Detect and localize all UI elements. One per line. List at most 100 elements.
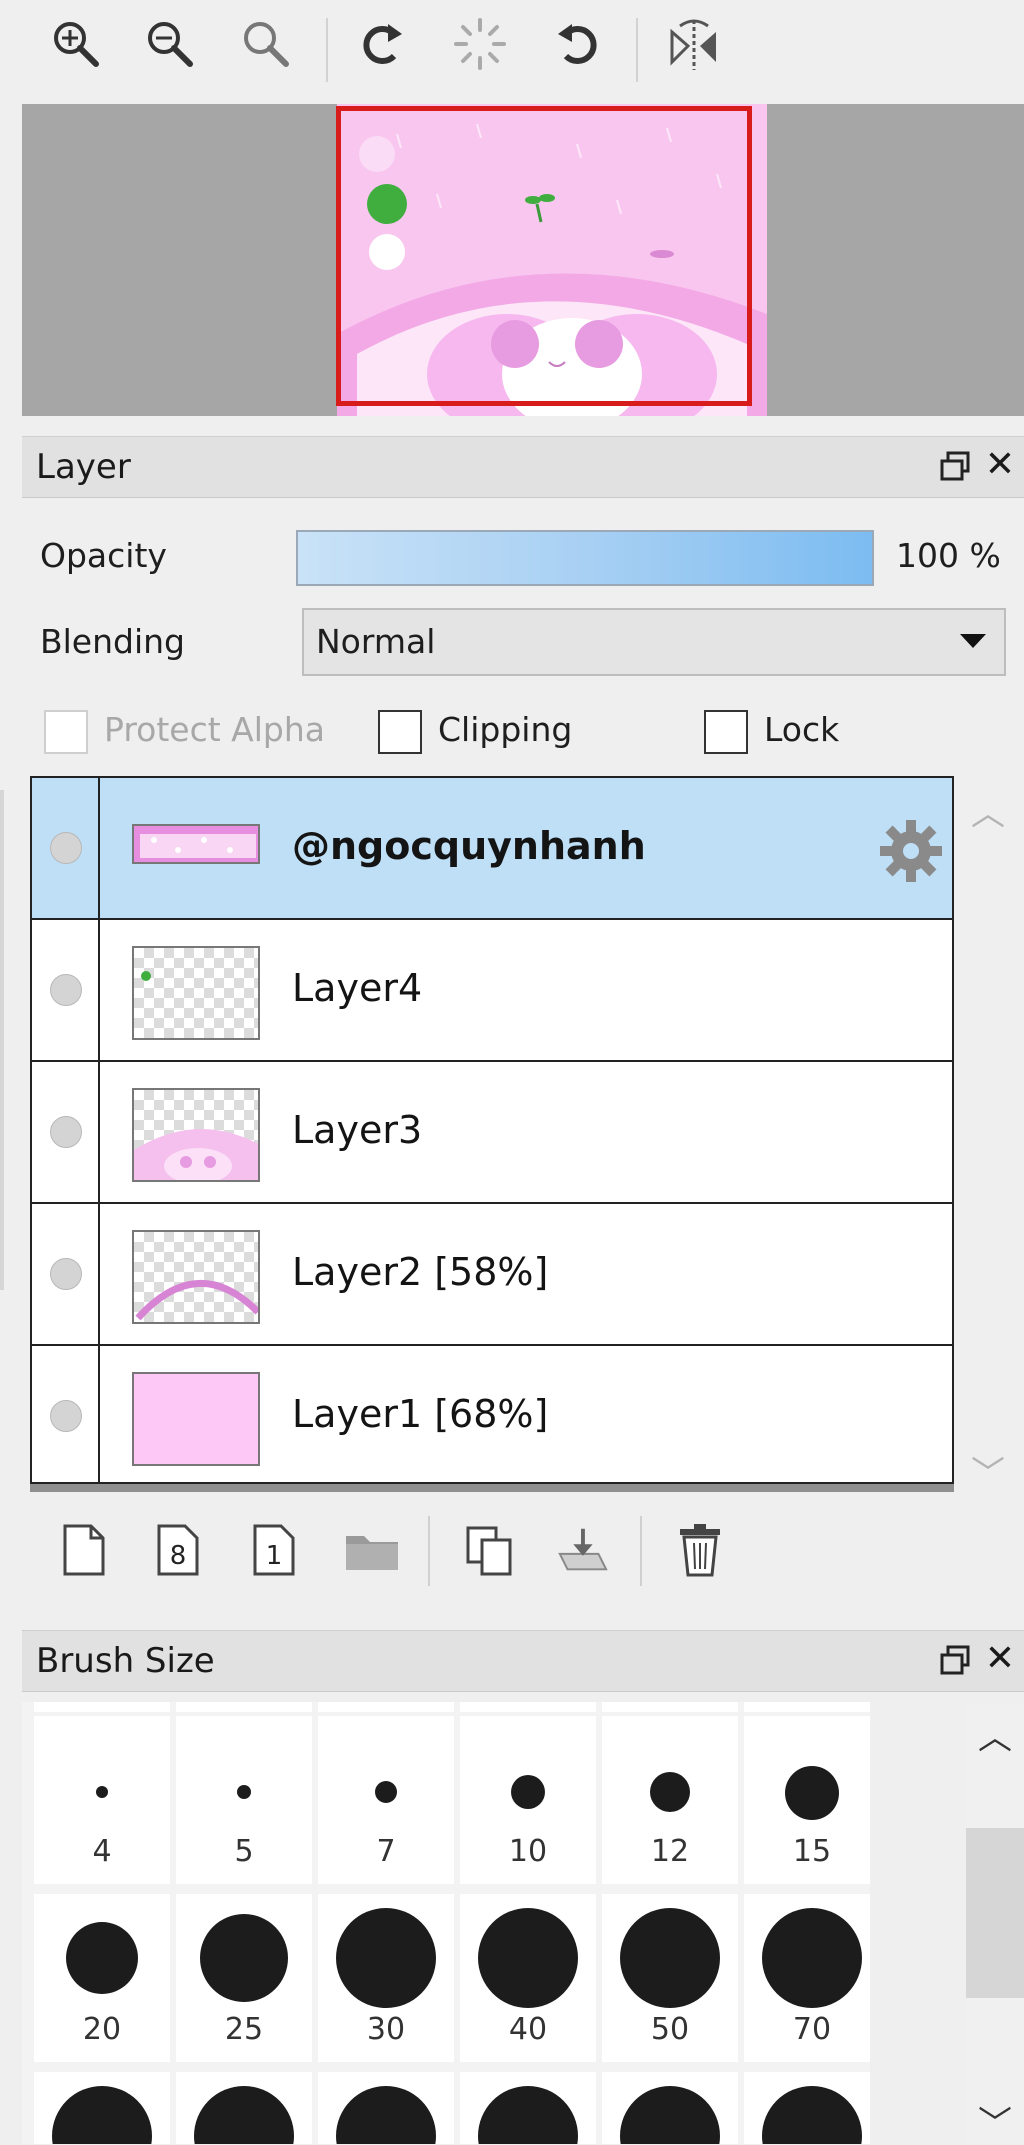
clipping-checkbox[interactable] xyxy=(378,710,422,754)
copy-layer-icon[interactable] xyxy=(462,1522,518,1578)
brush-size-label: 4 xyxy=(92,1834,112,1869)
toolbar-separator xyxy=(640,1516,642,1586)
rotate-reset-icon[interactable] xyxy=(450,14,510,74)
layer-thumbnail xyxy=(132,946,260,1040)
layer-row[interactable]: Layer1 [68%] xyxy=(32,1346,952,1488)
trash-icon[interactable] xyxy=(672,1522,728,1578)
layer-thumbnail xyxy=(132,1372,260,1466)
new-8bit-layer-icon[interactable]: 8 xyxy=(150,1522,206,1578)
opacity-slider[interactable] xyxy=(296,530,874,586)
svg-text:8: 8 xyxy=(170,1541,187,1571)
brush-cell-partial xyxy=(318,1702,454,1712)
brush-scrollbar[interactable]: ︿ ﹀ xyxy=(966,1704,1024,2144)
lock-checkbox[interactable] xyxy=(704,710,748,754)
transfer-down-icon[interactable] xyxy=(554,1522,610,1578)
rotate-right-icon[interactable] xyxy=(548,14,608,74)
brush-size-cell-partial[interactable] xyxy=(318,2072,454,2144)
new-layer-icon[interactable] xyxy=(56,1522,112,1578)
brush-preview-dot xyxy=(237,1785,251,1799)
brush-preview-dot xyxy=(194,2086,294,2144)
layer-list[interactable]: @ngocquynhanh Layer4 Layer3 Layer2 [58%]… xyxy=(30,776,954,1488)
brush-cell-partial xyxy=(602,1702,738,1712)
visibility-toggle[interactable] xyxy=(32,1346,100,1488)
new-folder-icon[interactable] xyxy=(344,1522,400,1578)
brush-size-cell[interactable]: 30 xyxy=(318,1894,454,2062)
toolbar-separator xyxy=(636,18,638,82)
zoom-reset-icon[interactable] xyxy=(236,14,296,74)
scrollbar-thumb[interactable] xyxy=(966,1828,1024,1998)
brush-size-cell-partial[interactable] xyxy=(176,2072,312,2144)
layer-row[interactable]: Layer2 [58%] xyxy=(32,1204,952,1346)
brush-size-cell[interactable]: 12 xyxy=(602,1716,738,1884)
brush-size-label: 10 xyxy=(508,1834,548,1869)
brush-size-cell[interactable]: 25 xyxy=(176,1894,312,2062)
layer-name: Layer3 xyxy=(292,1108,423,1152)
layer-row[interactable]: Layer3 xyxy=(32,1062,952,1204)
brush-preview-dot xyxy=(762,1908,862,2008)
layer-row[interactable]: @ngocquynhanh xyxy=(32,778,952,920)
scroll-up-icon[interactable]: ︿ xyxy=(968,786,1008,835)
brush-size-cell-partial[interactable] xyxy=(602,2072,738,2144)
brush-size-grid[interactable]: 4 5 7 10 12 15 20 25 30 40 50 70 xyxy=(22,1702,870,2144)
brush-preview-dot xyxy=(620,2086,720,2144)
visibility-toggle[interactable] xyxy=(32,1204,100,1344)
flip-horizontal-icon[interactable] xyxy=(664,14,724,74)
new-1bit-layer-icon[interactable]: 1 xyxy=(246,1522,302,1578)
visibility-toggle[interactable] xyxy=(32,1062,100,1202)
brush-size-cell[interactable]: 70 xyxy=(744,1894,870,2062)
brush-preview-dot xyxy=(52,2086,152,2144)
brush-size-cell[interactable]: 50 xyxy=(602,1894,738,2062)
protect-alpha-checkbox[interactable] xyxy=(44,710,88,754)
layer-list-bottom-edge xyxy=(30,1484,954,1492)
opacity-label: Opacity xyxy=(40,536,167,575)
scroll-down-icon[interactable]: ﹀ xyxy=(975,2096,1015,2145)
brush-size-label: 25 xyxy=(224,2012,264,2047)
navigator-view-frame[interactable] xyxy=(336,106,752,406)
brush-size-cell-partial[interactable] xyxy=(744,2072,870,2144)
brush-preview-dot xyxy=(620,1908,720,2008)
brush-size-label: 12 xyxy=(650,1834,690,1869)
layer-row[interactable]: Layer4 xyxy=(32,920,952,1062)
brush-size-cell[interactable]: 4 xyxy=(34,1716,170,1884)
brush-size-cell[interactable]: 10 xyxy=(460,1716,596,1884)
brush-preview-dot xyxy=(785,1766,839,1820)
brush-size-cell[interactable]: 5 xyxy=(176,1716,312,1884)
brush-size-cell[interactable]: 7 xyxy=(318,1716,454,1884)
layer-panel-title: Layer xyxy=(36,447,131,487)
scroll-down-icon[interactable]: ﹀ xyxy=(968,1446,1008,1495)
zoom-in-icon[interactable] xyxy=(46,14,106,74)
panel-edge xyxy=(0,790,4,1290)
brush-size-cell[interactable]: 15 xyxy=(744,1716,870,1884)
float-window-icon[interactable] xyxy=(938,449,974,485)
brush-preview-dot xyxy=(375,1781,397,1803)
brush-preview-dot xyxy=(336,1908,436,2008)
brush-preview-dot xyxy=(200,1914,288,2002)
visibility-toggle[interactable] xyxy=(32,920,100,1060)
visibility-toggle[interactable] xyxy=(32,778,100,918)
brush-size-panel-title: Brush Size xyxy=(36,1641,215,1681)
layer-panel-header: Layer ✕ xyxy=(22,436,1024,498)
lock-label: Lock xyxy=(764,710,840,749)
protect-alpha-label: Protect Alpha xyxy=(104,710,325,749)
brush-size-cell[interactable]: 20 xyxy=(34,1894,170,2062)
close-icon[interactable]: ✕ xyxy=(982,1639,1018,1679)
layer-name: Layer4 xyxy=(292,966,423,1010)
scroll-up-icon[interactable]: ︿ xyxy=(975,1710,1015,1759)
clipping-label: Clipping xyxy=(438,710,573,749)
brush-preview-dot xyxy=(66,1922,138,1994)
layer-thumbnail xyxy=(132,1230,260,1324)
brush-cell-partial xyxy=(460,1702,596,1712)
close-icon[interactable]: ✕ xyxy=(982,445,1018,485)
rotate-left-icon[interactable] xyxy=(352,14,412,74)
opacity-value: 100 % xyxy=(896,536,1001,575)
zoom-out-icon[interactable] xyxy=(140,14,200,74)
brush-preview-dot xyxy=(478,2086,578,2144)
gear-icon[interactable] xyxy=(878,818,944,888)
brush-size-cell-partial[interactable] xyxy=(460,2072,596,2144)
brush-preview-dot xyxy=(511,1775,545,1809)
blending-select[interactable]: Normal xyxy=(302,608,1006,676)
brush-size-cell[interactable]: 40 xyxy=(460,1894,596,2062)
brush-size-label: 50 xyxy=(650,2012,690,2047)
float-window-icon[interactable] xyxy=(938,1643,974,1679)
brush-size-cell-partial[interactable] xyxy=(34,2072,170,2144)
